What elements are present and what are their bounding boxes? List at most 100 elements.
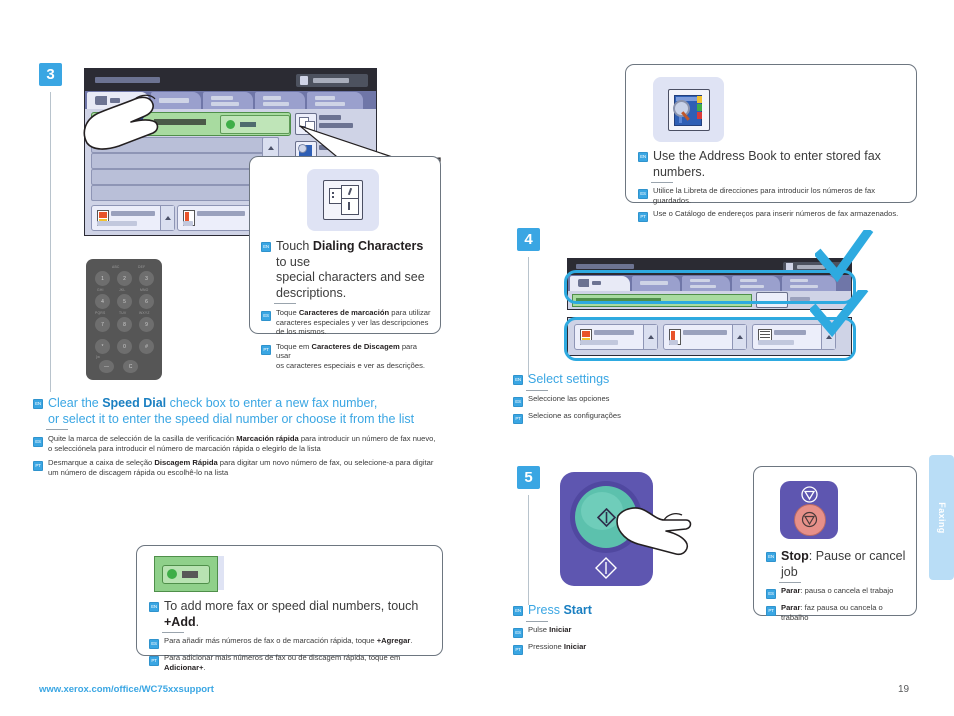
step4-divider [526, 389, 548, 391]
speed-dial-divider [46, 429, 68, 430]
settings-tab-fax[interactable] [570, 276, 630, 291]
address-book-divider [651, 182, 673, 183]
option-3-label [774, 330, 806, 335]
step4-pt-text: Selecione as configurações [528, 410, 621, 420]
lang-badge-en [638, 152, 648, 162]
lock-icon [786, 263, 793, 271]
lang-badge-es [261, 311, 271, 321]
settings-tab-2[interactable] [632, 276, 680, 291]
step-3-badge: 3 [39, 63, 62, 86]
tab-3[interactable] [203, 92, 253, 109]
dialing-es-row: Toque Caracteres de marcación para utili… [261, 308, 432, 337]
step5-pt-text: Pressione Iniciar [528, 641, 587, 651]
step-5-rule [528, 495, 529, 605]
step-3-rule [50, 92, 51, 392]
stop-button-panel [780, 481, 838, 539]
add-button-inline[interactable] [220, 115, 290, 134]
option-3-value [758, 340, 794, 345]
settings-tab-4-label-1 [740, 279, 757, 282]
stop-symbol-icon [801, 486, 818, 503]
settings-keypad-label [790, 297, 810, 301]
step5-en-row: Press Start [513, 603, 813, 619]
plus-icon [226, 120, 235, 129]
callout-stop: Stop: Pause or cancel job Parar: pausa o… [753, 466, 917, 622]
tab-5[interactable] [307, 92, 363, 109]
stop-en-row: Stop: Pause or cancel job [766, 549, 908, 580]
add-en-text: To add more fax or speed dial numbers, t… [164, 599, 419, 629]
lang-badge-en [513, 606, 523, 616]
step-5-captions: Press Start Pulse Iniciar Pressione Inic… [513, 603, 813, 655]
speed-dial-pt-row: Desmarque a caixa de seleção Discagem Rá… [33, 458, 483, 477]
stop-en-text: Stop: Pause or cancel job [781, 549, 906, 579]
settings-keypad-button[interactable] [756, 292, 788, 308]
section-side-tab[interactable]: Faxing [929, 455, 954, 580]
option-2-spinner[interactable] [732, 325, 746, 349]
step-4-badge: 4 [517, 228, 540, 251]
step5-en-text: Press Start [528, 603, 592, 617]
step4-pt-row: Selecione as configurações [513, 411, 813, 424]
option-box-1[interactable] [91, 205, 175, 231]
option-1-spinner[interactable] [160, 206, 174, 230]
callout-add-button: To add more fax or speed dial numbers, t… [136, 545, 443, 672]
step5-es-text: Pulse Iniciar [528, 624, 572, 634]
step4-es-text: Seleccione las opciones [528, 393, 610, 403]
login-area[interactable] [296, 74, 368, 87]
green-row-placeholder [576, 298, 661, 302]
settings-tab-4[interactable] [732, 276, 780, 291]
settings-tab-3[interactable] [682, 276, 730, 291]
dialing-pt-row: Toque em Caracteres de Discagem para usa… [261, 342, 432, 371]
settings-title-placeholder [576, 264, 634, 269]
stop-divider [779, 582, 801, 583]
address-book-en-row: Use the Address Book to enter stored fax… [638, 149, 908, 180]
add-button-graphic[interactable] [154, 556, 218, 592]
option-1-label [594, 330, 634, 335]
dialing-characters-icon [323, 180, 363, 220]
step5-pt-row: Pressione Iniciar [513, 642, 813, 655]
lang-badge-pt [149, 656, 159, 666]
tab-4[interactable] [255, 92, 305, 109]
add-label [240, 122, 256, 127]
option-2-label [683, 330, 727, 335]
stop-button-glyph-icon [801, 511, 818, 528]
settings-option-1[interactable] [574, 324, 658, 350]
callout-dialing-characters: Touch Dialing Characters to usespecial c… [249, 156, 441, 370]
dialing-pt-text: Toque em Caracteres de Discagem para usa… [276, 341, 425, 370]
stop-es-row: Parar: pausa o cancela el trabajo [766, 586, 908, 599]
option-2-value [669, 340, 678, 345]
dialing-en-row: Touch Dialing Characters to usespecial c… [261, 239, 432, 301]
speed-dial-instructions: Clear the Speed Dial check box to enter … [33, 396, 483, 477]
plus-icon [167, 569, 177, 579]
speed-dial-es-text: Quite la marca de selección de la casill… [48, 434, 436, 453]
speed-dial-en-row: Clear the Speed Dial check box to enter … [33, 396, 483, 427]
footer-url[interactable]: www.xerox.com/office/WC75xxsupport [39, 684, 214, 695]
option-1-label [111, 211, 155, 216]
step-5-badge: 5 [517, 466, 540, 489]
settings-option-2[interactable] [663, 324, 747, 350]
step5-es-row: Pulse Iniciar [513, 625, 813, 638]
step4-es-row: Seleccione las opciones [513, 394, 813, 407]
lang-badge-es [513, 627, 523, 638]
add-pt-row: Para adicionar mais números de fax ou de… [149, 653, 434, 672]
address-book-icon [667, 88, 710, 131]
hand-pointer-step5 [616, 507, 692, 556]
numeric-keypad[interactable]: ABC DEF 1 2 3 GHI JKL MNO 4 5 6 PQRS TUV… [86, 259, 162, 380]
section-side-tab-label: Faxing [936, 501, 947, 534]
fax-tab-icon [578, 279, 589, 287]
lang-badge-en [149, 602, 159, 612]
option-1-spinner[interactable] [643, 325, 657, 349]
settings-tab-3-label-1 [690, 279, 710, 282]
option-2-label [197, 211, 245, 216]
settings-tab-2-label [640, 281, 668, 285]
option-2-value [183, 221, 193, 226]
settings-tab-5-label-2 [790, 285, 818, 288]
settings-tab-4-label-2 [740, 285, 764, 288]
lang-badge-es [33, 437, 43, 447]
address-book-icon-well [653, 77, 724, 142]
settings-green-row[interactable] [572, 294, 752, 307]
address-book-es-row: Utilice la Libreta de direcciones para i… [638, 186, 908, 205]
step5-divider [526, 620, 548, 622]
settings-tab-fax-label [592, 281, 601, 285]
tab-3-label-1 [211, 96, 233, 100]
add-en-row: To add more fax or speed dial numbers, t… [149, 599, 434, 630]
lang-badge-pt [513, 413, 523, 424]
